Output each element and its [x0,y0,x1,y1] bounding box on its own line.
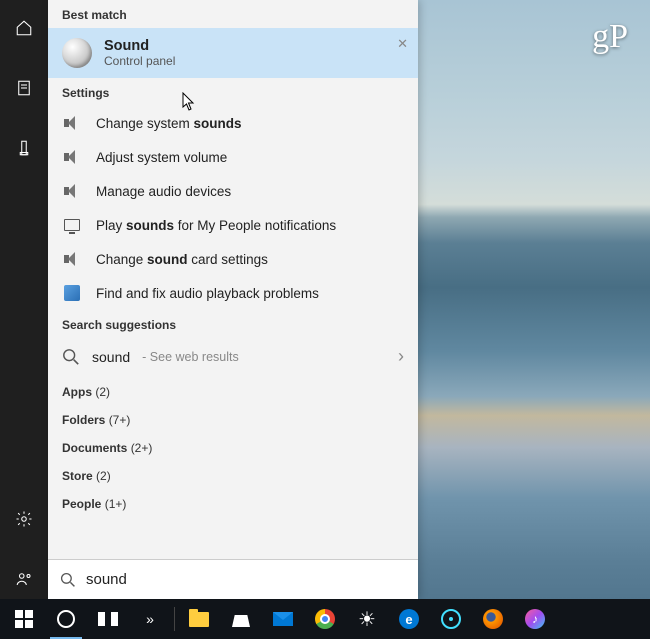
search-icon [62,348,80,366]
category-count: (2) [95,385,110,399]
settings-item-label: Change system sounds [96,116,242,131]
best-match-item[interactable]: Sound Control panel ✕ [48,28,418,78]
settings-item-label: Adjust system volume [96,150,227,165]
taskbar-divider [174,607,175,631]
settings-item-label: Change sound card settings [96,252,268,267]
settings-item[interactable]: Manage audio devices [48,174,418,208]
category-header[interactable]: Documents (2+) [48,431,418,459]
firefox-icon[interactable] [473,599,513,639]
category-header[interactable]: Apps (2) [48,375,418,403]
settings-item[interactable]: Find and fix audio playback problems [48,276,418,310]
chrome-icon[interactable] [305,599,345,639]
settings-item[interactable]: Adjust system volume [48,140,418,174]
monitor-icon [64,219,80,231]
close-icon[interactable]: ✕ [397,36,408,52]
speaker-icon [64,184,80,198]
watermark: gP [592,18,628,56]
settings-item[interactable]: Change sound card settings [48,242,418,276]
rail-account-icon[interactable] [0,559,48,599]
speaker-icon [64,150,80,164]
search-bar [48,559,418,599]
category-label: Store [62,469,93,483]
search-results: Best match Sound Control panel ✕ Setting… [48,0,418,559]
category-label: People [62,497,101,511]
best-match-header: Best match [48,0,418,28]
category-label: Documents [62,441,127,455]
best-match-title: Sound [104,38,175,54]
taskbar: » ☀ e [0,599,650,639]
cortana-button[interactable] [46,599,86,639]
settings-item[interactable]: Change system sounds [48,106,418,140]
settings-header: Settings [48,78,418,106]
app-icon[interactable] [431,599,471,639]
category-header[interactable]: People (1+) [48,487,418,515]
mail-icon[interactable] [263,599,303,639]
search-suggestions-header: Search suggestions [48,310,418,338]
rail-home-icon[interactable] [0,8,48,48]
category-count: (7+) [109,413,131,427]
chevron-right-icon: › [398,346,404,367]
rail-documents-icon[interactable] [0,68,48,108]
speaker-icon [64,252,80,266]
best-match-subtitle: Control panel [104,54,175,68]
weather-icon[interactable]: ☀ [347,599,387,639]
settings-item-label: Find and fix audio playback problems [96,286,319,301]
speaker-icon [64,116,80,130]
category-label: Folders [62,413,105,427]
web-hint: - See web results [142,350,239,364]
category-header[interactable]: Store (2) [48,459,418,487]
rail-settings-icon[interactable] [0,499,48,539]
search-icon [60,572,76,588]
task-view-button[interactable] [88,599,128,639]
sound-icon [62,38,92,68]
itunes-icon[interactable] [515,599,555,639]
settings-item[interactable]: Play sounds for My People notifications [48,208,418,242]
search-input[interactable] [86,571,406,588]
category-count: (2) [96,469,111,483]
category-count: (1+) [105,497,127,511]
settings-item-label: Play sounds for My People notifications [96,218,336,233]
taskbar-overflow[interactable]: » [130,599,170,639]
category-count: (2+) [131,441,153,455]
start-button[interactable] [4,599,44,639]
rail-pictures-icon[interactable] [0,128,48,168]
file-explorer-icon[interactable] [179,599,219,639]
category-label: Apps [62,385,92,399]
edge-icon[interactable]: e [389,599,429,639]
microsoft-store-icon[interactable] [221,599,261,639]
settings-item-label: Manage audio devices [96,184,231,199]
category-header[interactable]: Folders (7+) [48,403,418,431]
troubleshoot-icon [64,285,80,301]
web-term: sound [92,349,130,365]
search-panel: Best match Sound Control panel ✕ Setting… [48,0,418,599]
web-search-row[interactable]: sound - See web results › [48,338,418,375]
start-rail [0,0,48,599]
